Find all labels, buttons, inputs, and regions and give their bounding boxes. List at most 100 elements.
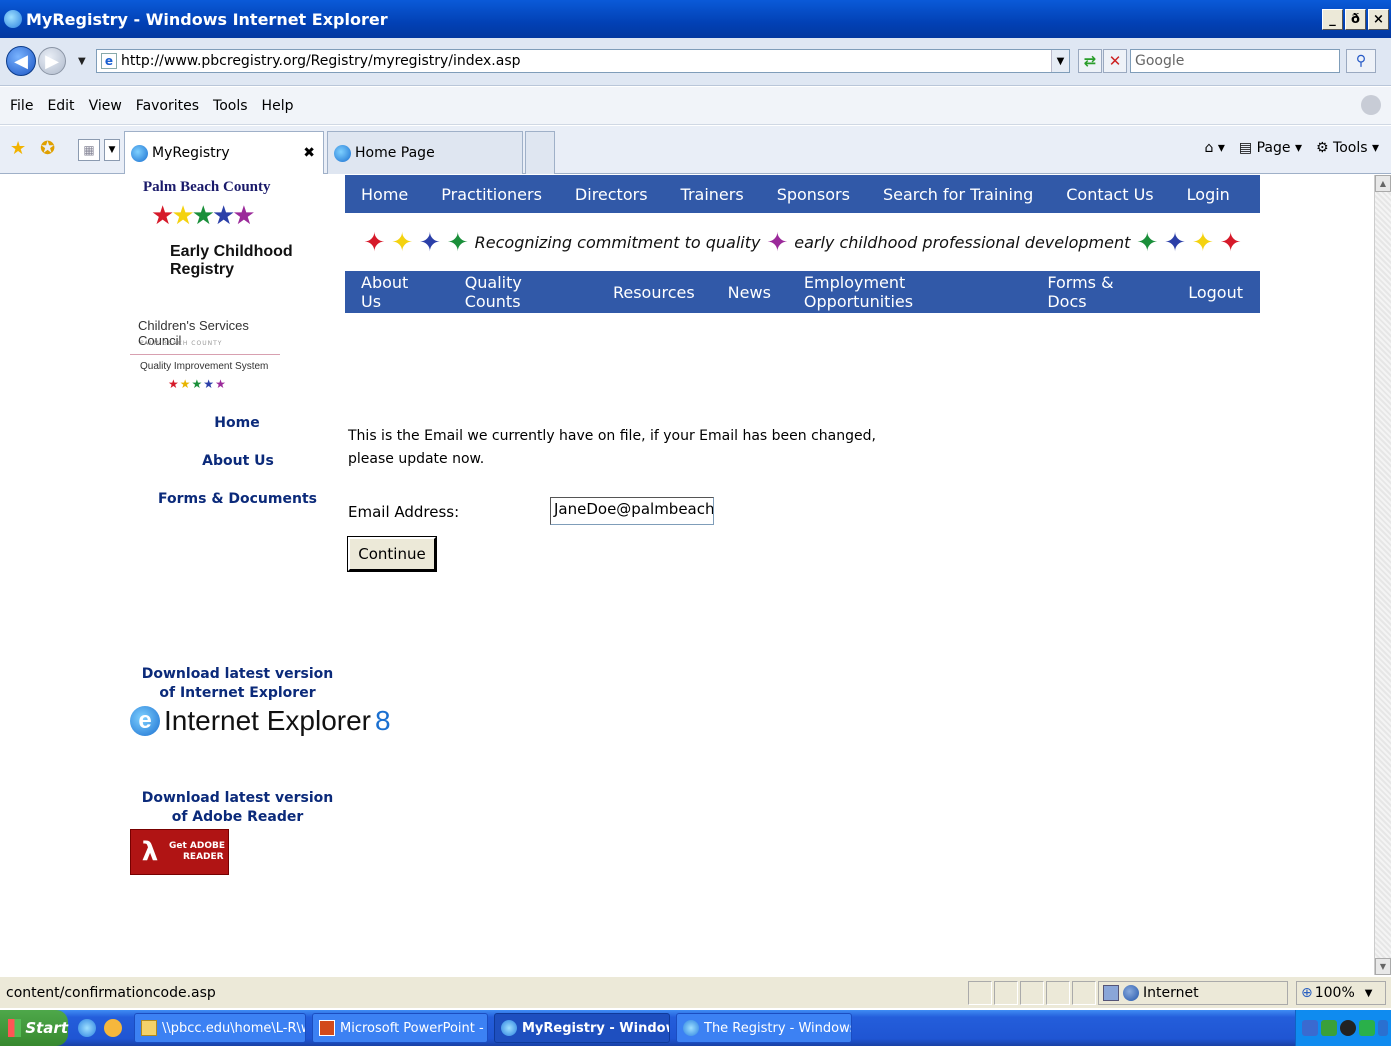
tab-label: MyRegistry xyxy=(152,145,230,161)
adobe-badge-line1: Get ADOBE xyxy=(169,841,226,851)
zoom-level: 100% xyxy=(1314,985,1355,1001)
tray-check-icon[interactable] xyxy=(1359,1020,1375,1036)
security-zone[interactable]: Internet xyxy=(1098,981,1288,1005)
url-text: http://www.pbcregistry.org/Registry/myre… xyxy=(121,53,521,69)
download-adobe-link[interactable]: Download latest version of Adobe Reader xyxy=(140,789,335,827)
scroll-down-icon[interactable]: ▼ xyxy=(1375,958,1391,975)
subnav-quality-counts[interactable]: Quality Counts xyxy=(465,273,580,311)
nav-practitioners[interactable]: Practitioners xyxy=(441,185,542,204)
tray-network-icon[interactable] xyxy=(1302,1020,1318,1036)
subnav-news[interactable]: News xyxy=(728,283,771,302)
star-icon: ✦ xyxy=(1219,227,1242,258)
menu-tools[interactable]: Tools xyxy=(213,98,248,114)
address-toolbar: ◀ ▶ ▼ e http://www.pbcregistry.org/Regis… xyxy=(0,38,1391,86)
zone-label: Internet xyxy=(1143,985,1199,1001)
zoom-icon: ⊕ xyxy=(1301,985,1313,1001)
ie-logo-text: Internet Explorer xyxy=(164,705,371,736)
continue-button[interactable]: Continue xyxy=(347,536,437,572)
subnav-forms-docs[interactable]: Forms & Docs xyxy=(1047,273,1155,311)
url-dropdown-icon[interactable]: ▼ xyxy=(1051,50,1069,72)
scroll-up-icon[interactable]: ▲ xyxy=(1375,175,1391,192)
refresh-button[interactable]: ⇄ xyxy=(1078,49,1102,73)
ie-logo-icon: e xyxy=(130,706,160,736)
registry-logo[interactable]: Palm Beach County ★★★★★ Early Childhood … xyxy=(125,179,340,279)
task-powerpoint[interactable]: Microsoft PowerPoint - [... xyxy=(312,1013,488,1043)
minimize-button[interactable]: _ xyxy=(1322,9,1343,30)
download-ie-link[interactable]: Download latest version of Internet Expl… xyxy=(140,665,335,703)
nav-search-training[interactable]: Search for Training xyxy=(883,185,1033,204)
home-icon[interactable]: ⌂ ▾ xyxy=(1205,140,1225,156)
vertical-scrollbar[interactable]: ▲ ▼ xyxy=(1374,175,1391,975)
subnav-about-us[interactable]: About Us xyxy=(361,273,432,311)
star-icon: ✦ xyxy=(1191,227,1214,258)
tab-home-page[interactable]: Home Page xyxy=(327,131,523,174)
new-tab-button[interactable] xyxy=(525,131,555,174)
side-link-home[interactable]: Home xyxy=(205,415,269,431)
tray-sync-icon[interactable] xyxy=(1340,1020,1356,1036)
email-label: Email Address: xyxy=(348,503,460,521)
back-arrow-icon: ◀ xyxy=(14,50,28,72)
menu-edit[interactable]: Edit xyxy=(47,98,74,114)
nav-login[interactable]: Login xyxy=(1187,185,1230,204)
adobe-reader-badge[interactable]: λ Get ADOBE READER xyxy=(130,829,229,875)
ie-tab-icon xyxy=(131,144,148,162)
menu-help[interactable]: Help xyxy=(262,98,294,114)
close-tab-icon[interactable]: ✖ xyxy=(303,145,315,161)
toolbar-extra-icon[interactable] xyxy=(1361,95,1381,115)
star-icon: ✦ xyxy=(363,227,386,258)
menu-favorites[interactable]: Favorites xyxy=(136,98,199,114)
email-field[interactable]: JaneDoe@palmbeachs xyxy=(550,497,714,525)
nav-sponsors[interactable]: Sponsors xyxy=(777,185,850,204)
star-icon: ✦ xyxy=(766,227,789,258)
tab-bar: ★ ✪ ▦ ▼ MyRegistry ✖ Home Page ⌂ ▾ ▤ Pag… xyxy=(0,126,1391,174)
ie-logo-version: 8 xyxy=(375,705,391,736)
zoom-control[interactable]: ⊕ 100% ▼ xyxy=(1296,981,1386,1005)
globe-icon xyxy=(1123,985,1139,1001)
back-button[interactable]: ◀ xyxy=(6,46,36,76)
history-dropdown-icon[interactable]: ▼ xyxy=(78,56,86,67)
menu-file[interactable]: File xyxy=(10,98,33,114)
nav-directors[interactable]: Directors xyxy=(575,185,648,204)
subnav-resources[interactable]: Resources xyxy=(613,283,695,302)
menu-view[interactable]: View xyxy=(89,98,122,114)
task-folder[interactable]: \\pbcc.edu\home\L-R\we... xyxy=(134,1013,306,1043)
nav-home[interactable]: Home xyxy=(361,185,408,204)
csc-qis: Quality Improvement System xyxy=(140,361,269,372)
tray-security-icon[interactable] xyxy=(1321,1020,1337,1036)
task-myregistry[interactable]: MyRegistry - Window... xyxy=(494,1013,670,1043)
tab-myregistry[interactable]: MyRegistry ✖ xyxy=(124,131,324,174)
csc-subtitle: PALM BEACH COUNTY xyxy=(140,340,223,347)
subnav-employment[interactable]: Employment Opportunities xyxy=(804,273,1014,311)
quick-tabs-icon[interactable]: ▦ xyxy=(78,139,100,161)
ie-quicklaunch-icon[interactable] xyxy=(78,1019,96,1037)
tab-list-dropdown-icon[interactable]: ▼ xyxy=(104,139,120,161)
task-the-registry[interactable]: The Registry - Windows ... xyxy=(676,1013,852,1043)
start-button[interactable]: Start xyxy=(0,1010,68,1046)
subnav-logout[interactable]: Logout xyxy=(1188,283,1243,302)
stop-button[interactable]: ✕ xyxy=(1103,49,1127,73)
ie8-logo[interactable]: e Internet Explorer 8 xyxy=(130,705,391,737)
search-input[interactable]: Google xyxy=(1130,49,1340,73)
page-menu[interactable]: ▤ Page ▾ xyxy=(1239,140,1302,156)
page-content: Palm Beach County ★★★★★ Early Childhood … xyxy=(0,175,1374,975)
favorites-star-icon[interactable]: ★ xyxy=(10,138,26,159)
forward-button[interactable]: ▶ xyxy=(38,47,66,75)
nav-trainers[interactable]: Trainers xyxy=(681,185,744,204)
csc-logo[interactable]: Children's Services Council PALM BEACH C… xyxy=(128,318,280,398)
top-nav: Home Practitioners Directors Trainers Sp… xyxy=(345,175,1260,213)
search-button[interactable]: ⚲ xyxy=(1346,49,1376,73)
close-button[interactable]: × xyxy=(1368,9,1389,30)
ie-tab-icon xyxy=(334,144,351,162)
url-field[interactable]: e http://www.pbcregistry.org/Registry/my… xyxy=(96,49,1070,73)
tray-arrow-icon[interactable] xyxy=(1378,1020,1388,1036)
nav-contact-us[interactable]: Contact Us xyxy=(1066,185,1153,204)
side-link-forms-documents[interactable]: Forms & Documents xyxy=(150,491,325,507)
tools-menu[interactable]: ⚙ Tools ▾ xyxy=(1316,140,1379,156)
star-icon: ✦ xyxy=(419,227,441,258)
restore-button[interactable]: ð xyxy=(1345,9,1366,30)
system-tray xyxy=(1295,1010,1391,1046)
add-favorites-icon[interactable]: ✪ xyxy=(40,138,55,159)
task-label: \\pbcc.edu\home\L-R\we... xyxy=(162,1020,305,1036)
outlook-quicklaunch-icon[interactable] xyxy=(104,1019,122,1037)
side-link-about-us[interactable]: About Us xyxy=(195,453,281,469)
